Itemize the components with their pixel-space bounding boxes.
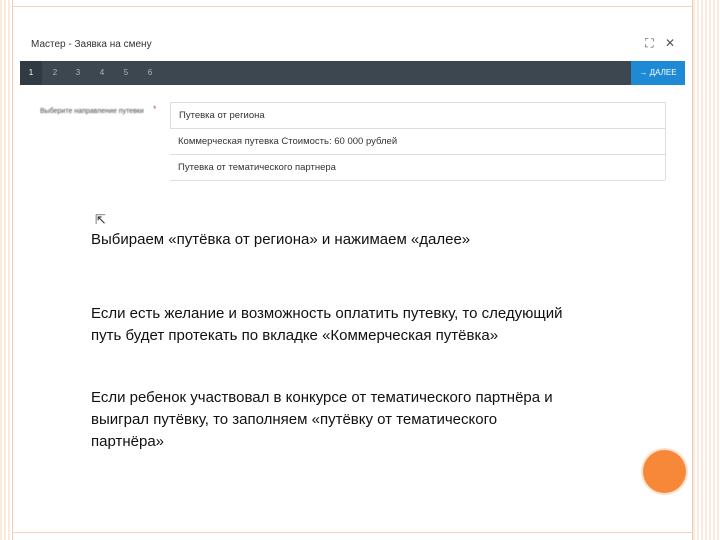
step-4-tab[interactable]: 4 xyxy=(91,61,113,85)
required-marker: * xyxy=(153,104,157,114)
decorative-orange-circle xyxy=(643,450,686,493)
option-commercial[interactable]: Коммерческая путевка Стоимость: 60 000 р… xyxy=(170,129,665,155)
mouse-pointer-icon: ⇱ xyxy=(95,212,106,227)
dialog-title: Мастер - Заявка на смену xyxy=(31,39,152,50)
slide-frame-bottom xyxy=(12,532,692,533)
next-button[interactable]: → ДАЛЕЕ xyxy=(631,61,685,85)
wizard-dialog: Мастер - Заявка на смену ⛶ ✕ 1 2 3 4 5 6… xyxy=(20,30,685,181)
slide-frame-top xyxy=(12,6,692,7)
step-5-tab[interactable]: 5 xyxy=(115,61,137,85)
slide-frame-right xyxy=(692,0,720,540)
step-3-tab[interactable]: 3 xyxy=(67,61,89,85)
maximize-icon[interactable]: ⛶ xyxy=(645,36,653,50)
option-region[interactable]: Путевка от региона xyxy=(170,102,665,129)
option-list: Путевка от региона Коммерческая путевка … xyxy=(170,102,665,181)
step-1-tab[interactable]: 1 xyxy=(20,61,42,85)
instruction-line-2: Если есть желание и возможность оплатить… xyxy=(91,305,563,344)
step-6-tab[interactable]: 6 xyxy=(139,61,161,85)
wizard-steps-bar: 1 2 3 4 5 6 → ДАЛЕЕ xyxy=(20,61,685,85)
step-2-tab[interactable]: 2 xyxy=(44,61,66,85)
field-label: Выберите направление путевки xyxy=(40,108,144,115)
instruction-line-1: Выбираем «путёвка от региона» и нажимаем… xyxy=(91,231,471,248)
instruction-line-3: Если ребенок участвовал в конкурсе от те… xyxy=(91,389,553,450)
slide-frame-left xyxy=(0,0,13,540)
option-partner[interactable]: Путевка от тематического партнера xyxy=(170,155,665,181)
close-icon[interactable]: ✕ xyxy=(665,36,675,50)
dialog-controls: ⛶ ✕ xyxy=(637,36,675,51)
option-list-edge xyxy=(665,102,666,180)
